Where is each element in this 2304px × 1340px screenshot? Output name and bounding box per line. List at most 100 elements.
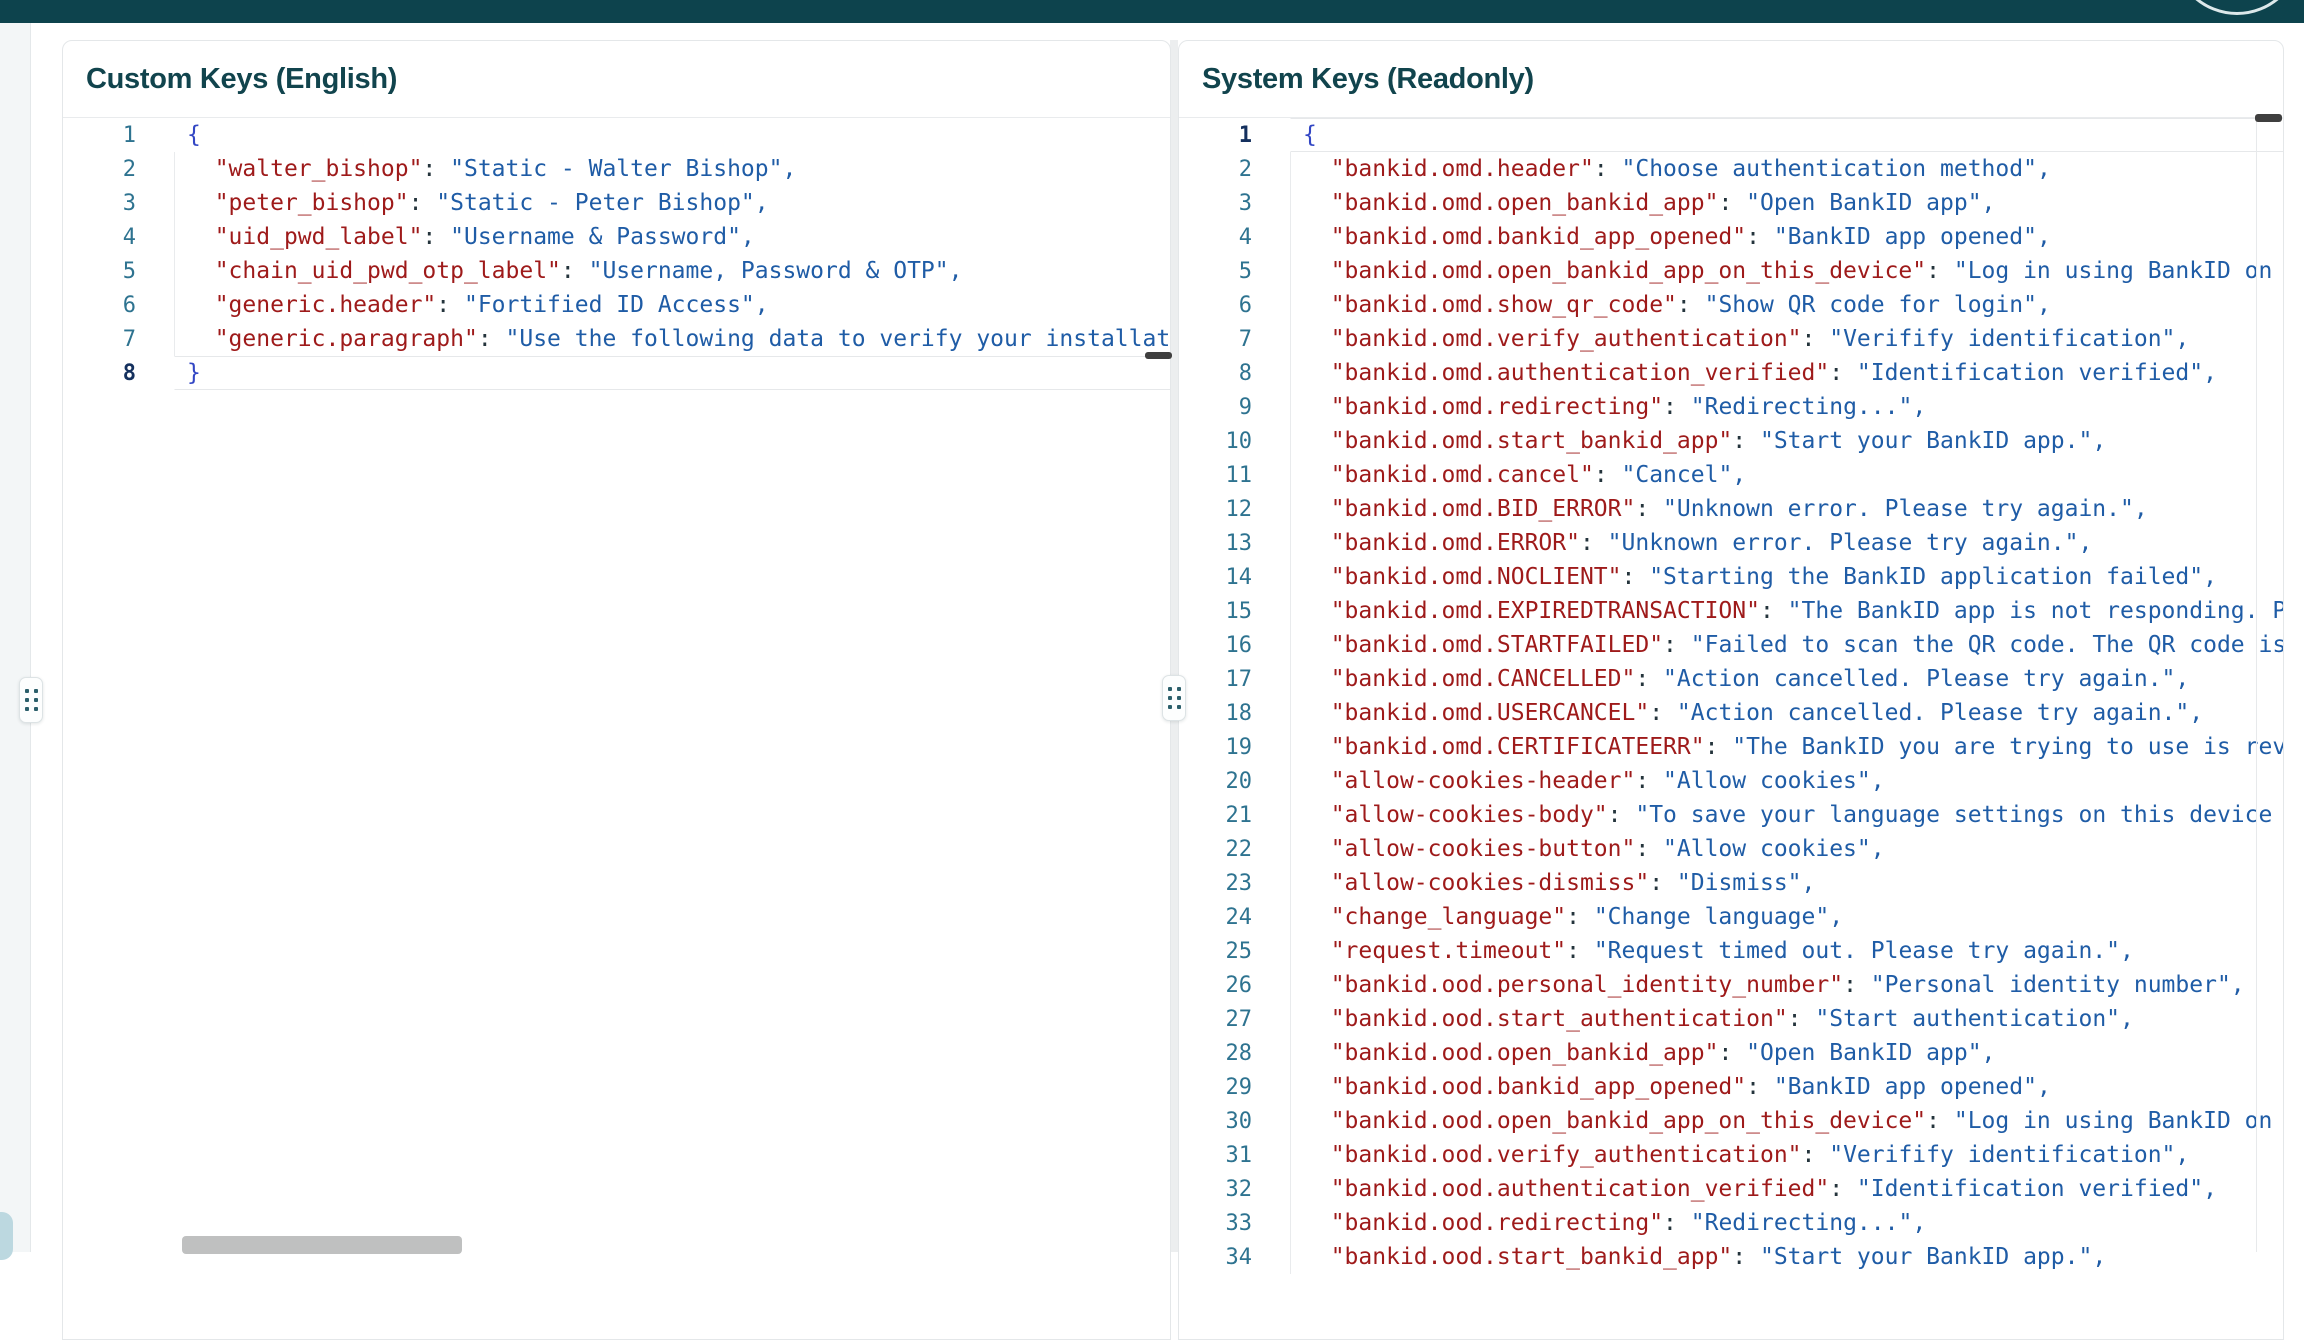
line-number: 14	[1179, 565, 1290, 590]
line-number: 3	[63, 191, 174, 216]
code-line[interactable]: 1{	[1179, 118, 2283, 152]
line-number: 33	[1179, 1211, 1290, 1236]
sidebar-resize-handle[interactable]	[19, 677, 43, 723]
code-line[interactable]: 34 "bankid.ood.start_bankid_app": "Start…	[1179, 1240, 2283, 1274]
line-number: 32	[1179, 1177, 1290, 1202]
left-sidebar-rail	[0, 23, 31, 1252]
code-line[interactable]: 25 "request.timeout": "Request timed out…	[1179, 934, 2283, 968]
avatar-circle[interactable]	[2172, 0, 2302, 15]
code-line[interactable]: 3 "bankid.omd.open_bankid_app": "Open Ba…	[1179, 186, 2283, 220]
code-line[interactable]: 9 "bankid.omd.redirecting": "Redirecting…	[1179, 390, 2283, 424]
code-line[interactable]: 30 "bankid.ood.open_bankid_app_on_this_d…	[1179, 1104, 2283, 1138]
json-value: "Unknown error. Please try again."	[1663, 496, 2134, 522]
json-key: "walter_bishop"	[215, 156, 423, 182]
code-line[interactable]: 6 "bankid.omd.show_qr_code": "Show QR co…	[1179, 288, 2283, 322]
code-line[interactable]: 27 "bankid.ood.start_authentication": "S…	[1179, 1002, 2283, 1036]
code-line[interactable]: 10 "bankid.omd.start_bankid_app": "Start…	[1179, 424, 2283, 458]
code-editor-system-keys[interactable]: 1{2 "bankid.omd.header": "Choose authent…	[1179, 117, 2283, 1274]
json-comma: ,	[1871, 768, 1885, 794]
json-value: "Action cancelled. Please try again."	[1677, 700, 2189, 726]
indent	[1303, 598, 1331, 624]
json-key: "bankid.ood.verify_authentication"	[1331, 1142, 1802, 1168]
code-line[interactable]: 21 "allow-cookies-body": "To save your l…	[1179, 798, 2283, 832]
json-value: "Open BankID app"	[1746, 190, 1981, 216]
code-line[interactable]: 4 "bankid.omd.bankid_app_opened": "BankI…	[1179, 220, 2283, 254]
code-line[interactable]: 2 "bankid.omd.header": "Choose authentic…	[1179, 152, 2283, 186]
line-number: 28	[1179, 1041, 1290, 1066]
line-number: 18	[1179, 701, 1290, 726]
indent	[1303, 428, 1331, 454]
panel-splitter[interactable]	[1170, 40, 1178, 1252]
floating-edge-tab[interactable]	[0, 1212, 13, 1260]
code-line[interactable]: 17 "bankid.omd.CANCELLED": "Action cance…	[1179, 662, 2283, 696]
code-line[interactable]: 1{	[63, 118, 1170, 152]
code-line[interactable]: 22 "allow-cookies-button": "Allow cookie…	[1179, 832, 2283, 866]
line-number: 26	[1179, 973, 1290, 998]
json-comma: ,	[1912, 394, 1926, 420]
json-comma: ,	[949, 258, 963, 284]
code-line[interactable]: 15 "bankid.omd.EXPIREDTRANSACTION": "The…	[1179, 594, 2283, 628]
code-line[interactable]: 18 "bankid.omd.USERCANCEL": "Action canc…	[1179, 696, 2283, 730]
code-line[interactable]: 2 "walter_bishop": "Static - Walter Bish…	[63, 152, 1170, 186]
code-line[interactable]: 28 "bankid.ood.open_bankid_app": "Open B…	[1179, 1036, 2283, 1070]
code-text: "bankid.omd.show_qr_code": "Show QR code…	[1290, 288, 2283, 322]
code-line[interactable]: 14 "bankid.omd.NOCLIENT": "Starting the …	[1179, 560, 2283, 594]
code-line[interactable]: 5 "chain_uid_pwd_otp_label": "Username, …	[63, 254, 1170, 288]
indent	[1303, 768, 1331, 794]
json-colon: :	[1608, 802, 1636, 828]
json-value: "Verifify identification"	[1829, 326, 2175, 352]
json-key: "bankid.omd.authentication_verified"	[1331, 360, 1830, 386]
code-line[interactable]: 12 "bankid.omd.BID_ERROR": "Unknown erro…	[1179, 492, 2283, 526]
line-number: 27	[1179, 1007, 1290, 1032]
code-line[interactable]: 23 "allow-cookies-dismiss": "Dismiss",	[1179, 866, 2283, 900]
code-line[interactable]: 3 "peter_bishop": "Static - Peter Bishop…	[63, 186, 1170, 220]
code-line[interactable]: 4 "uid_pwd_label": "Username & Password"…	[63, 220, 1170, 254]
code-line[interactable]: 5 "bankid.omd.open_bankid_app_on_this_de…	[1179, 254, 2283, 288]
code-line[interactable]: 20 "allow-cookies-header": "Allow cookie…	[1179, 764, 2283, 798]
code-line[interactable]: 7 "generic.paragraph": "Use the followin…	[63, 322, 1170, 356]
v-scrollbar-thumb-right-editor[interactable]	[2255, 114, 2282, 122]
indent	[1303, 462, 1331, 488]
line-number: 10	[1179, 429, 1290, 454]
json-key: "bankid.omd.STARTFAILED"	[1331, 632, 1663, 658]
code-line[interactable]: 16 "bankid.omd.STARTFAILED": "Failed to …	[1179, 628, 2283, 662]
h-scrollbar-thumb-left-editor[interactable]	[1145, 352, 1172, 359]
indent	[1303, 1074, 1331, 1100]
code-line[interactable]: 8}	[63, 356, 1170, 390]
json-value: "Dismiss"	[1677, 870, 1802, 896]
json-value: "Show QR code for login"	[1705, 292, 2037, 318]
json-colon: :	[1677, 292, 1705, 318]
code-line[interactable]: 24 "change_language": "Change language",	[1179, 900, 2283, 934]
json-key: "allow-cookies-body"	[1331, 802, 1608, 828]
line-number: 3	[1179, 191, 1290, 216]
code-line[interactable]: 19 "bankid.omd.CERTIFICATEERR": "The Ban…	[1179, 730, 2283, 764]
code-line[interactable]: 31 "bankid.ood.verify_authentication": "…	[1179, 1138, 2283, 1172]
line-number: 12	[1179, 497, 1290, 522]
code-line[interactable]: 13 "bankid.omd.ERROR": "Unknown error. P…	[1179, 526, 2283, 560]
json-colon: :	[1649, 870, 1677, 896]
code-line[interactable]: 11 "bankid.omd.cancel": "Cancel",	[1179, 458, 2283, 492]
code-line[interactable]: 33 "bankid.ood.redirecting": "Redirectin…	[1179, 1206, 2283, 1240]
json-key: "bankid.omd.redirecting"	[1331, 394, 1663, 420]
json-key: "bankid.omd.EXPIREDTRANSACTION"	[1331, 598, 1760, 624]
json-comma: ,	[1982, 190, 1996, 216]
code-text: "bankid.omd.STARTFAILED": "Failed to sca…	[1290, 628, 2283, 662]
code-line[interactable]: 7 "bankid.omd.verify_authentication": "V…	[1179, 322, 2283, 356]
json-colon: :	[1829, 1176, 1857, 1202]
json-colon: :	[1926, 258, 1954, 284]
json-colon: :	[1635, 836, 1663, 862]
code-line[interactable]: 8 "bankid.omd.authentication_verified": …	[1179, 356, 2283, 390]
h-scrollbar-thumb-bottom[interactable]	[182, 1236, 462, 1254]
code-line[interactable]: 32 "bankid.ood.authentication_verified":…	[1179, 1172, 2283, 1206]
code-line[interactable]: 26 "bankid.ood.personal_identity_number"…	[1179, 968, 2283, 1002]
code-line[interactable]: 29 "bankid.ood.bankid_app_opened": "Bank…	[1179, 1070, 2283, 1104]
json-value: "Start your BankID app."	[1760, 1244, 2092, 1270]
code-editor-custom-keys[interactable]: 1{2 "walter_bishop": "Static - Walter Bi…	[63, 117, 1170, 390]
v-scrollbar-track-right-editor[interactable]	[2256, 118, 2257, 1252]
splitter-resize-handle[interactable]	[1162, 675, 1186, 721]
indent	[1303, 1040, 1331, 1066]
line-number: 30	[1179, 1109, 1290, 1134]
json-key: "bankid.ood.start_authentication"	[1331, 1006, 1788, 1032]
code-line[interactable]: 6 "generic.header": "Fortified ID Access…	[63, 288, 1170, 322]
json-comma: ,	[2134, 496, 2148, 522]
